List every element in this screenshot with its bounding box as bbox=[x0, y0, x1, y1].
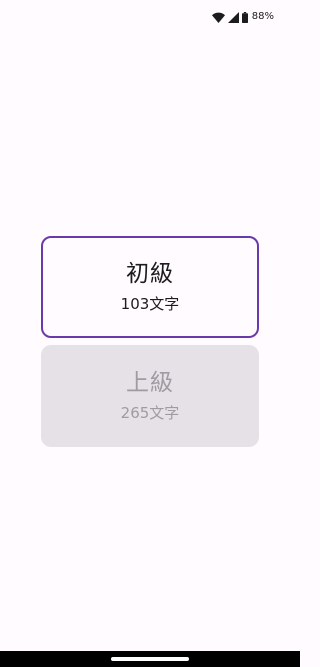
beginner-level-card[interactable]: 初級 103文字 bbox=[41, 236, 259, 338]
status-bar: 88% bbox=[0, 0, 300, 34]
cellular-signal-icon bbox=[227, 11, 239, 23]
navigation-bar bbox=[0, 651, 300, 667]
battery-icon bbox=[241, 11, 248, 23]
beginner-level-title: 初級 bbox=[126, 261, 174, 287]
wifi-icon bbox=[211, 12, 225, 23]
advanced-level-title: 上級 bbox=[126, 370, 174, 396]
advanced-character-count: 265文字 bbox=[120, 404, 180, 422]
advanced-level-card[interactable]: 上級 265文字 bbox=[41, 345, 259, 447]
beginner-character-count: 103文字 bbox=[120, 295, 180, 313]
status-icons: 88% bbox=[211, 10, 274, 24]
home-indicator[interactable] bbox=[111, 657, 189, 661]
battery-percentage: 88% bbox=[251, 11, 274, 22]
